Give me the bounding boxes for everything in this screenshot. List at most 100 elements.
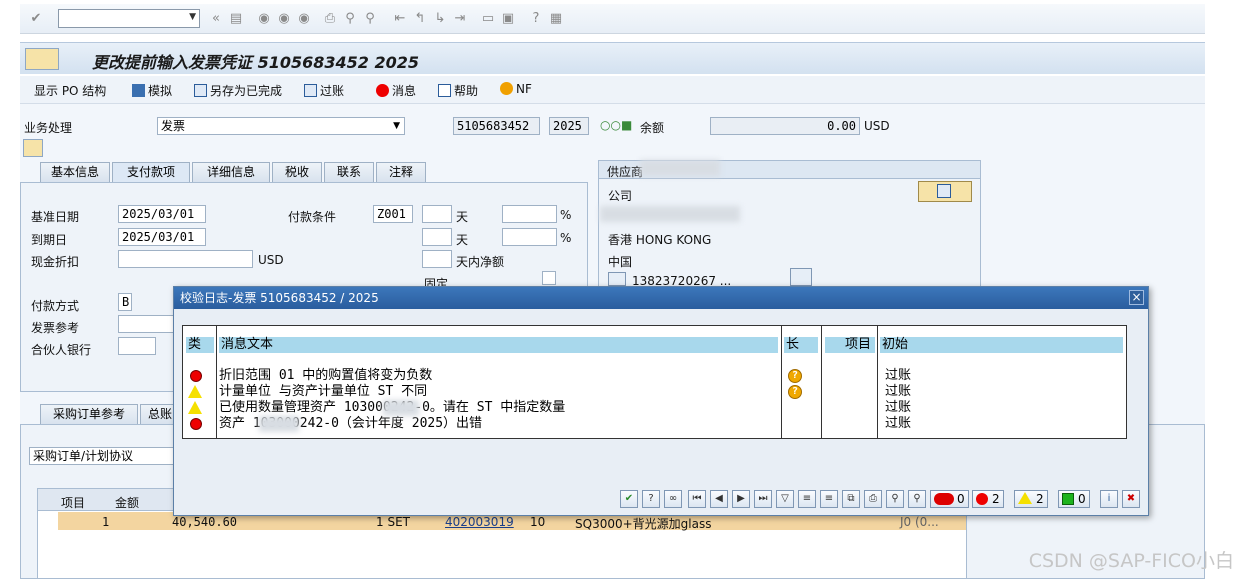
po-structure-button[interactable]: 显示 PO 结构 — [34, 82, 106, 99]
save-complete-button[interactable]: 另存为已完成 — [194, 82, 282, 99]
payment-method-field[interactable]: B — [118, 293, 132, 311]
help-icon[interactable]: ? — [642, 490, 660, 508]
tab-payment[interactable]: 支付款项 — [112, 162, 190, 182]
find-icon[interactable]: ⚲ — [342, 11, 358, 27]
baseline-date-field[interactable]: 2025/03/01 — [118, 205, 206, 223]
transaction-select[interactable]: 发票 ▼ — [157, 117, 405, 135]
message-grid: 类 消息文本 长 项目 初始 折旧范围 01 中的购置值将变为负数 ? 过账 计… — [182, 325, 1127, 439]
filter-icon[interactable]: ▽ — [776, 490, 794, 508]
cash-discount-label: 现金折扣 — [31, 255, 80, 269]
tab-notes[interactable]: 注释 — [376, 162, 426, 182]
vendor-open-icon[interactable] — [790, 268, 812, 286]
col-amount-header: 金额 — [115, 496, 140, 510]
tab-contact[interactable]: 联系 — [324, 162, 374, 182]
status-light-icon: ○○■ — [600, 118, 633, 132]
message-row[interactable]: 折旧范围 01 中的购置值将变为负数 ? 过账 — [183, 368, 1126, 384]
stop-count-button[interactable]: 0 — [930, 490, 969, 508]
cancel-icon[interactable]: ◉ — [296, 11, 312, 27]
save-icon — [194, 84, 207, 97]
last-icon[interactable]: ⏭ — [754, 490, 772, 508]
next-icon[interactable]: ▶ — [732, 490, 750, 508]
days2-field[interactable] — [422, 228, 452, 246]
simulate-icon — [132, 84, 145, 97]
net-days-field[interactable] — [422, 250, 452, 268]
long-text-icon[interactable]: ? — [788, 369, 802, 383]
pct2-field[interactable] — [502, 228, 557, 246]
tab-basic[interactable]: 基本信息 — [40, 162, 110, 182]
simulate-button[interactable]: 模拟 — [132, 82, 172, 99]
next-page-icon[interactable]: ↳ — [432, 11, 448, 27]
col-long-header: 长 — [784, 337, 818, 353]
due-date-field[interactable]: 2025/03/01 — [118, 228, 206, 246]
find-icon[interactable]: ⚲ — [886, 490, 904, 508]
first-icon[interactable]: ⏮ — [688, 490, 706, 508]
exit-icon[interactable]: ◉ — [276, 11, 292, 27]
warning-icon — [188, 401, 202, 414]
tab-po-reference[interactable]: 采购订单参考 — [40, 404, 138, 424]
chevron-down-icon[interactable]: ▼ — [393, 118, 400, 134]
success-count-button[interactable]: 0 — [1058, 490, 1090, 508]
close-icon[interactable]: × — [1129, 290, 1144, 305]
col-origin-header: 初始 — [880, 337, 1123, 353]
back-double-icon[interactable]: « — [208, 11, 224, 27]
layout-toggle-icon[interactable] — [23, 139, 43, 157]
warning-count-button[interactable]: 2 — [1014, 490, 1048, 508]
page-title: 更改提前输入发票凭证 5105683452 2025 — [92, 53, 420, 72]
prev-page-icon[interactable]: ↰ — [412, 11, 428, 27]
layout-icon[interactable]: ▦ — [548, 11, 564, 27]
tab-details[interactable]: 详细信息 — [192, 162, 270, 182]
help-button[interactable]: 帮助 — [438, 82, 478, 99]
sort-asc-icon[interactable]: ≡ — [798, 490, 816, 508]
tab-tax[interactable]: 税收 — [272, 162, 322, 182]
pct1-field[interactable] — [502, 205, 557, 223]
previous-icon[interactable]: ◀ — [710, 490, 728, 508]
invoice-ref-field[interactable] — [118, 315, 178, 333]
error-count-button[interactable]: 2 — [972, 490, 1004, 508]
enter-icon[interactable]: ✔ — [28, 11, 44, 27]
nf-button[interactable]: NF — [500, 82, 532, 96]
first-page-icon[interactable]: ⇤ — [392, 11, 408, 27]
new-session-icon[interactable]: ▭ — [480, 11, 496, 27]
menu-icon[interactable] — [25, 48, 59, 70]
find-next-icon[interactable]: ⚲ — [362, 11, 378, 27]
message-row[interactable]: 已使用数量管理资产 103000242-0。请在 ST 中指定数量 过账 — [183, 400, 1126, 416]
info-icon[interactable]: i — [1100, 490, 1118, 508]
back-icon[interactable]: ◉ — [256, 11, 272, 27]
chevron-down-icon[interactable]: ▼ — [189, 12, 196, 22]
fixed-checkbox[interactable] — [542, 271, 556, 285]
payment-method-label: 付款方式 — [31, 299, 80, 313]
message-row[interactable]: 计量单位 与资产计量单位 ST 不同 ? 过账 — [183, 384, 1126, 400]
messages-button[interactable]: 消息 — [376, 82, 416, 99]
long-text-icon[interactable]: ? — [788, 385, 802, 399]
col-text-header: 消息文本 — [219, 337, 778, 353]
payment-terms-field[interactable]: Z001 — [373, 205, 413, 223]
find-next-icon[interactable]: ⚲ — [908, 490, 926, 508]
export-icon[interactable]: ⧉ — [842, 490, 860, 508]
fiscal-year: 2025 — [549, 117, 589, 135]
message-row[interactable]: 资产 103000242-0（会计年度 2025）出错 过账 — [183, 416, 1126, 432]
cancel-icon[interactable]: ✖ — [1122, 490, 1140, 508]
sort-desc-icon[interactable]: ≡ — [820, 490, 838, 508]
ref-type-select[interactable]: 采购订单/计划协议 — [29, 447, 179, 465]
save-icon[interactable]: ▤ — [228, 11, 244, 27]
command-field[interactable]: ▼ — [58, 9, 200, 28]
print-icon[interactable]: ⎙ — [864, 490, 882, 508]
vendor-detail-button[interactable] — [918, 181, 972, 202]
phone-icon[interactable] — [608, 272, 626, 286]
shortcut-icon[interactable]: ▣ — [500, 11, 516, 27]
watermark: CSDN @SAP-FICO小白 — [1028, 550, 1234, 572]
print-icon[interactable]: ⎙ — [322, 11, 338, 27]
post-button[interactable]: 过账 — [304, 82, 344, 99]
cash-discount-field[interactable] — [118, 250, 253, 268]
partner-bank-field[interactable] — [118, 337, 156, 355]
days1-field[interactable] — [422, 205, 452, 223]
col-type-header: 类 — [186, 337, 214, 353]
last-page-icon[interactable]: ⇥ — [452, 11, 468, 27]
confirm-icon[interactable]: ✔ — [620, 490, 638, 508]
info-icon — [438, 84, 451, 97]
stop-icon — [934, 493, 954, 505]
row-po-link[interactable]: 402003019 — [445, 515, 514, 529]
partner-bank-label: 合伙人银行 — [31, 343, 92, 357]
technical-info-icon[interactable]: ∞ — [664, 490, 682, 508]
help-icon[interactable]: ? — [528, 11, 544, 27]
